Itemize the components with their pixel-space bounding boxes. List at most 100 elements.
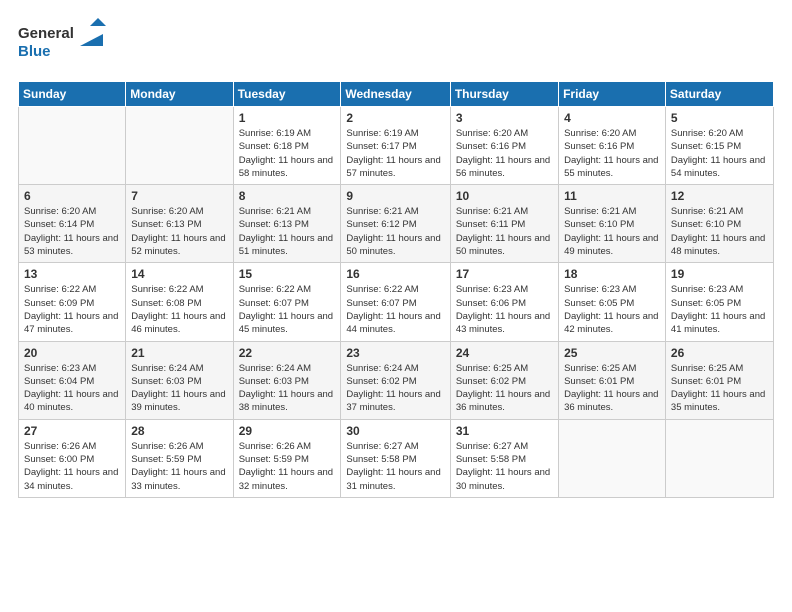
day-info: Sunrise: 6:23 AMSunset: 6:05 PMDaylight:… [564, 283, 660, 336]
calendar-cell: 5 Sunrise: 6:20 AMSunset: 6:15 PMDaylight… [665, 107, 773, 185]
day-info: Sunrise: 6:26 AMSunset: 5:59 PMDaylight:… [239, 440, 336, 493]
calendar-cell: 4Sunrise: 6:20 AMSunset: 6:16 PMDaylight… [559, 107, 666, 185]
calendar-cell: 15 Sunrise: 6:22 AMSunset: 6:07 PMDayligh… [233, 263, 341, 341]
day-info: Sunrise: 6:23 AMSunset: 6:04 PMDaylight:… [24, 362, 120, 415]
weekday-header: Tuesday [233, 82, 341, 107]
day-info: Sunrise: 6:24 AMSunset: 6:03 PMDaylight:… [131, 362, 227, 415]
day-number: 30 [346, 424, 444, 438]
weekday-header: Friday [559, 82, 666, 107]
calendar-cell: 14 Sunrise: 6:22 AMSunset: 6:08 PMDayligh… [126, 263, 233, 341]
logo: General Blue [18, 18, 113, 71]
calendar-cell: 9Sunrise: 6:21 AMSunset: 6:12 PMDaylight… [341, 185, 450, 263]
day-number: 25 [564, 346, 660, 360]
day-info: Sunrise: 6:19 AMSunset: 6:18 PMDaylight:… [239, 127, 336, 180]
day-info: Sunrise: 6:27 AMSunset: 5:58 PMDaylight:… [346, 440, 444, 493]
day-info: Sunrise: 6:20 AMSunset: 6:16 PMDaylight:… [456, 127, 553, 180]
svg-text:Blue: Blue [18, 43, 51, 60]
calendar-cell: 1Sunrise: 6:19 AMSunset: 6:18 PMDaylight… [233, 107, 341, 185]
calendar-week-row: 13 Sunrise: 6:22 AMSunset: 6:09 PMDayligh… [19, 263, 774, 341]
calendar-cell: 11 Sunrise: 6:21 AMSunset: 6:10 PMDayligh… [559, 185, 666, 263]
day-info: Sunrise: 6:23 AMSunset: 6:05 PMDaylight:… [671, 283, 768, 336]
calendar-header-row: SundayMondayTuesdayWednesdayThursdayFrid… [19, 82, 774, 107]
day-number: 20 [24, 346, 120, 360]
header: General Blue [18, 18, 774, 71]
day-info: Sunrise: 6:27 AMSunset: 5:58 PMDaylight:… [456, 440, 553, 493]
weekday-header: Saturday [665, 82, 773, 107]
day-info: Sunrise: 6:22 AMSunset: 6:08 PMDaylight:… [131, 283, 227, 336]
day-info: Sunrise: 6:22 AMSunset: 6:09 PMDaylight:… [24, 283, 120, 336]
day-info: Sunrise: 6:20 AMSunset: 6:15 PMDaylight:… [671, 127, 768, 180]
calendar-week-row: 27 Sunrise: 6:26 AMSunset: 6:00 PMDayligh… [19, 419, 774, 497]
calendar-cell: 3 Sunrise: 6:20 AMSunset: 6:16 PMDaylight… [450, 107, 558, 185]
calendar-cell: 22Sunrise: 6:24 AMSunset: 6:03 PMDayligh… [233, 341, 341, 419]
day-number: 19 [671, 267, 768, 281]
day-info: Sunrise: 6:21 AMSunset: 6:13 PMDaylight:… [239, 205, 336, 258]
day-info: Sunrise: 6:25 AMSunset: 6:01 PMDaylight:… [564, 362, 660, 415]
day-number: 16 [346, 267, 444, 281]
calendar-week-row: 20 Sunrise: 6:23 AMSunset: 6:04 PMDayligh… [19, 341, 774, 419]
calendar-table: SundayMondayTuesdayWednesdayThursdayFrid… [18, 81, 774, 498]
day-info: Sunrise: 6:21 AMSunset: 6:12 PMDaylight:… [346, 205, 444, 258]
calendar-cell: 6Sunrise: 6:20 AMSunset: 6:14 PMDaylight… [19, 185, 126, 263]
day-info: Sunrise: 6:21 AMSunset: 6:11 PMDaylight:… [456, 205, 553, 258]
day-number: 3 [456, 111, 553, 125]
day-info: Sunrise: 6:20 AMSunset: 6:13 PMDaylight:… [131, 205, 227, 258]
svg-text:General: General [18, 25, 74, 42]
day-info: Sunrise: 6:23 AMSunset: 6:06 PMDaylight:… [456, 283, 553, 336]
weekday-header: Wednesday [341, 82, 450, 107]
day-number: 5 [671, 111, 768, 125]
weekday-header: Thursday [450, 82, 558, 107]
day-number: 26 [671, 346, 768, 360]
day-number: 27 [24, 424, 120, 438]
logo-icon: General Blue [18, 18, 113, 66]
day-info: Sunrise: 6:21 AMSunset: 6:10 PMDaylight:… [564, 205, 660, 258]
day-number: 8 [239, 189, 336, 203]
day-number: 14 [131, 267, 227, 281]
calendar-cell [665, 419, 773, 497]
day-info: Sunrise: 6:22 AMSunset: 6:07 PMDaylight:… [346, 283, 444, 336]
day-number: 11 [564, 189, 660, 203]
calendar-cell [126, 107, 233, 185]
calendar-cell: 17 Sunrise: 6:23 AMSunset: 6:06 PMDayligh… [450, 263, 558, 341]
calendar-cell: 2 Sunrise: 6:19 AMSunset: 6:17 PMDaylight… [341, 107, 450, 185]
calendar-cell: 28Sunrise: 6:26 AMSunset: 5:59 PMDayligh… [126, 419, 233, 497]
day-number: 13 [24, 267, 120, 281]
day-number: 23 [346, 346, 444, 360]
day-number: 18 [564, 267, 660, 281]
day-info: Sunrise: 6:22 AMSunset: 6:07 PMDaylight:… [239, 283, 336, 336]
calendar-cell [19, 107, 126, 185]
day-info: Sunrise: 6:26 AMSunset: 6:00 PMDaylight:… [24, 440, 120, 493]
calendar-cell: 29 Sunrise: 6:26 AMSunset: 5:59 PMDayligh… [233, 419, 341, 497]
calendar-cell: 24Sunrise: 6:25 AMSunset: 6:02 PMDayligh… [450, 341, 558, 419]
day-number: 6 [24, 189, 120, 203]
calendar-cell: 20 Sunrise: 6:23 AMSunset: 6:04 PMDayligh… [19, 341, 126, 419]
day-info: Sunrise: 6:19 AMSunset: 6:17 PMDaylight:… [346, 127, 444, 180]
weekday-header: Sunday [19, 82, 126, 107]
calendar-cell: 23Sunrise: 6:24 AMSunset: 6:02 PMDayligh… [341, 341, 450, 419]
day-number: 31 [456, 424, 553, 438]
day-number: 15 [239, 267, 336, 281]
calendar-week-row: 1Sunrise: 6:19 AMSunset: 6:18 PMDaylight… [19, 107, 774, 185]
calendar-cell: 13 Sunrise: 6:22 AMSunset: 6:09 PMDayligh… [19, 263, 126, 341]
calendar-cell: 7 Sunrise: 6:20 AMSunset: 6:13 PMDaylight… [126, 185, 233, 263]
day-number: 17 [456, 267, 553, 281]
weekday-header: Monday [126, 82, 233, 107]
calendar-cell: 8 Sunrise: 6:21 AMSunset: 6:13 PMDaylight… [233, 185, 341, 263]
calendar-cell: 19 Sunrise: 6:23 AMSunset: 6:05 PMDayligh… [665, 263, 773, 341]
calendar-cell: 12Sunrise: 6:21 AMSunset: 6:10 PMDayligh… [665, 185, 773, 263]
calendar-cell: 26Sunrise: 6:25 AMSunset: 6:01 PMDayligh… [665, 341, 773, 419]
day-number: 29 [239, 424, 336, 438]
calendar-cell: 10 Sunrise: 6:21 AMSunset: 6:11 PMDayligh… [450, 185, 558, 263]
day-number: 2 [346, 111, 444, 125]
day-info: Sunrise: 6:20 AMSunset: 6:16 PMDaylight:… [564, 127, 660, 180]
calendar-cell: 30 Sunrise: 6:27 AMSunset: 5:58 PMDayligh… [341, 419, 450, 497]
day-info: Sunrise: 6:24 AMSunset: 6:03 PMDaylight:… [239, 362, 336, 415]
calendar-cell: 21Sunrise: 6:24 AMSunset: 6:03 PMDayligh… [126, 341, 233, 419]
day-number: 28 [131, 424, 227, 438]
calendar-cell: 31 Sunrise: 6:27 AMSunset: 5:58 PMDayligh… [450, 419, 558, 497]
day-number: 24 [456, 346, 553, 360]
calendar-cell: 27 Sunrise: 6:26 AMSunset: 6:00 PMDayligh… [19, 419, 126, 497]
calendar-week-row: 6Sunrise: 6:20 AMSunset: 6:14 PMDaylight… [19, 185, 774, 263]
day-number: 7 [131, 189, 227, 203]
day-number: 10 [456, 189, 553, 203]
